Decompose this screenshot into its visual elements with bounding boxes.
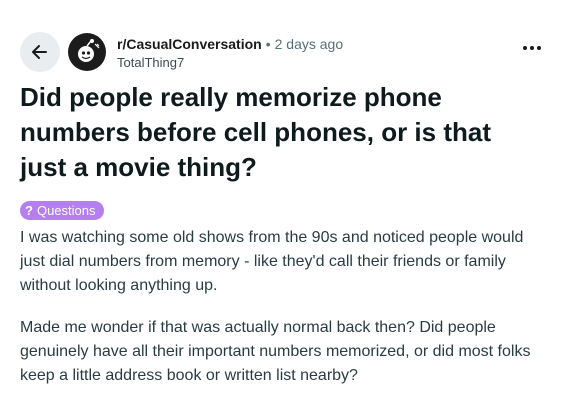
post-meta-line: r/CasualConversation • 2 days ago bbox=[117, 35, 343, 53]
post-paragraph: Made me wonder if that was actually norm… bbox=[20, 319, 531, 384]
post-body: I was watching some old shows from the 9… bbox=[20, 226, 550, 406]
question-mark-icon: ? bbox=[25, 203, 33, 218]
subreddit-avatar[interactable] bbox=[68, 33, 106, 71]
flair-label: Questions bbox=[36, 203, 96, 218]
post-header: r/CasualConversation • 2 days ago TotalThi… bbox=[20, 32, 548, 76]
more-options-icon bbox=[523, 46, 541, 50]
meta-separator: • bbox=[265, 36, 271, 52]
back-button[interactable] bbox=[20, 32, 60, 72]
subreddit-link[interactable]: r/CasualConversation bbox=[117, 36, 262, 52]
post-paragraph: I was watching some old shows from the 9… bbox=[20, 229, 524, 294]
post-flair[interactable]: ? Questions bbox=[20, 201, 104, 220]
author-link[interactable]: TotalThing7 bbox=[117, 54, 343, 72]
post-timestamp: 2 days ago bbox=[274, 36, 344, 52]
more-options-button[interactable] bbox=[520, 36, 544, 60]
subreddit-avatar-icon bbox=[78, 39, 100, 62]
back-arrow-icon bbox=[32, 45, 47, 59]
post-title: Did people really memorize phone numbers… bbox=[20, 82, 491, 182]
post-meta: r/CasualConversation • 2 days ago TotalThi… bbox=[117, 35, 343, 72]
